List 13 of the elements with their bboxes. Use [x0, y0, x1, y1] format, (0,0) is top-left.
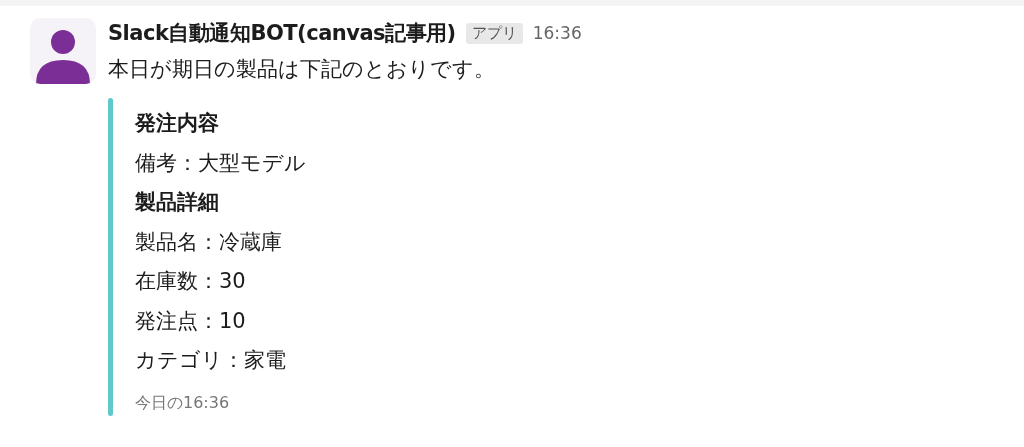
sender-name[interactable]: Slack自動通知BOT(canvas記事用): [108, 19, 456, 47]
field-heading: 製品詳細: [135, 189, 220, 216]
field-value: 発注点：10: [135, 307, 247, 335]
field-value: 製品名：冷蔵庫: [135, 228, 283, 256]
attachment-footer: 今日の16:36: [135, 392, 230, 412]
timestamp[interactable]: 16:36: [532, 23, 582, 43]
field-heading: 発注内容: [135, 110, 220, 137]
message-text: 本日が期日の製品は下記のとおりです。: [108, 56, 496, 83]
field-value: カテゴリ：家電: [135, 347, 287, 374]
app-badge: アプリ: [465, 22, 523, 44]
avatar[interactable]: [30, 18, 96, 84]
field-value: 備考：大型モデル: [135, 149, 306, 177]
field-value: 在庫数：30: [135, 268, 247, 295]
